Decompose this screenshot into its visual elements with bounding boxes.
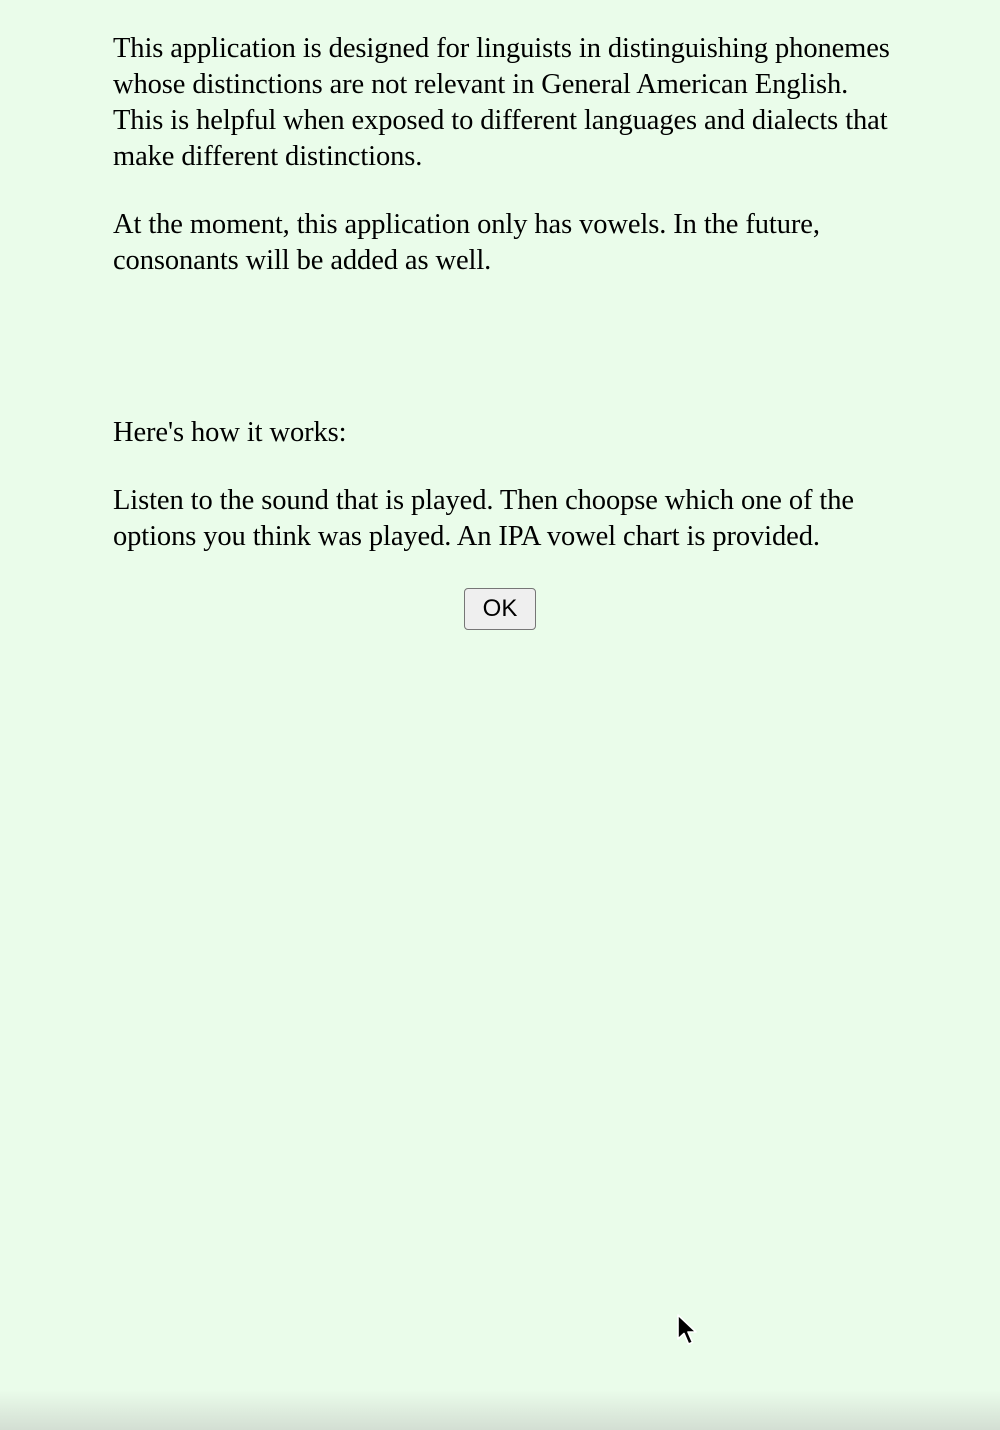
window-bottom-edge	[0, 1390, 1000, 1430]
intro-paragraph-purpose: This application is designed for linguis…	[113, 33, 890, 172]
mouse-pointer-icon	[677, 1314, 697, 1345]
how-it-works-heading: Here's how it works:	[113, 417, 347, 448]
intro-content: This application is designed for linguis…	[113, 31, 893, 587]
intro-paragraph-scope: At the moment, this application only has…	[113, 209, 820, 276]
instructions-paragraph: Listen to the sound that is played. Then…	[113, 485, 854, 552]
ok-button[interactable]: OK	[464, 588, 536, 630]
ok-button-container: OK	[0, 588, 1000, 630]
